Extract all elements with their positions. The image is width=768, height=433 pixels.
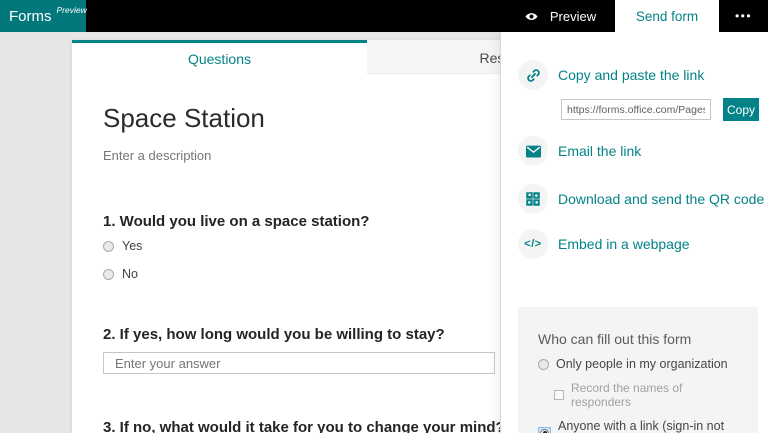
embed-label: Embed in a webpage <box>558 236 690 252</box>
eye-icon <box>524 9 539 24</box>
permissions-panel: Who can fill out this form Only people i… <box>518 307 758 433</box>
option-only-organization[interactable]: Only people in my organization <box>538 357 738 371</box>
forms-logo[interactable]: Forms Preview <box>0 0 87 32</box>
code-icon: </> <box>518 229 548 259</box>
option-yes-label: Yes <box>122 239 143 253</box>
tab-questions[interactable]: Questions <box>72 40 367 74</box>
copy-button[interactable]: Copy <box>723 98 759 121</box>
option-no-label: No <box>122 267 138 281</box>
share-link-input[interactable] <box>561 99 711 120</box>
copy-link-action[interactable]: Copy and paste the link <box>501 60 768 90</box>
checkbox-icon[interactable] <box>554 390 564 400</box>
tab-questions-label: Questions <box>187 50 252 67</box>
permissions-heading: Who can fill out this form <box>538 331 692 347</box>
qr-code-icon <box>518 184 548 214</box>
link-icon <box>518 60 548 90</box>
record-names-label: Record the names of responders <box>571 381 683 409</box>
radio-icon[interactable] <box>103 268 114 280</box>
embed-action[interactable]: </> Embed in a webpage <box>501 229 768 259</box>
email-link-label: Email the link <box>558 143 642 159</box>
option-record-names[interactable]: Record the names of responders <box>554 381 738 409</box>
qr-code-action[interactable]: Download and send the QR code <box>501 184 768 214</box>
send-form-panel: Copy and paste the link Copy Email the l… <box>500 32 768 433</box>
radio-icon[interactable] <box>538 358 549 370</box>
envelope-icon <box>518 136 548 166</box>
qr-code-label: Download and send the QR code <box>558 191 765 207</box>
ellipsis-icon: ••• <box>734 9 753 23</box>
option-anyone-with-link[interactable]: Anyone with a link (sign-in not required… <box>538 419 738 433</box>
copy-link-label: Copy and paste the link <box>558 67 705 83</box>
preview-label: Preview <box>549 8 597 24</box>
anyone-with-link-label: Anyone with a link (sign-in not required… <box>558 419 725 433</box>
preview-button[interactable]: Preview <box>514 0 606 32</box>
radio-icon[interactable] <box>103 240 114 252</box>
more-button[interactable]: ••• <box>719 0 768 32</box>
send-form-label: Send form <box>635 8 699 24</box>
only-organization-label: Only people in my organization <box>556 357 728 371</box>
answer-input[interactable] <box>103 352 495 374</box>
send-form-button[interactable]: Send form <box>615 0 719 32</box>
preview-badge: Preview <box>56 5 87 15</box>
share-link-row: Copy <box>501 98 768 122</box>
radio-selected-icon[interactable] <box>538 426 551 433</box>
email-link-action[interactable]: Email the link <box>501 136 768 166</box>
top-bar: Forms Preview Preview Send form ••• <box>0 0 768 32</box>
app-title: Forms <box>9 7 52 25</box>
app-window: Forms Preview Preview Send form ••• Ques… <box>0 0 768 433</box>
